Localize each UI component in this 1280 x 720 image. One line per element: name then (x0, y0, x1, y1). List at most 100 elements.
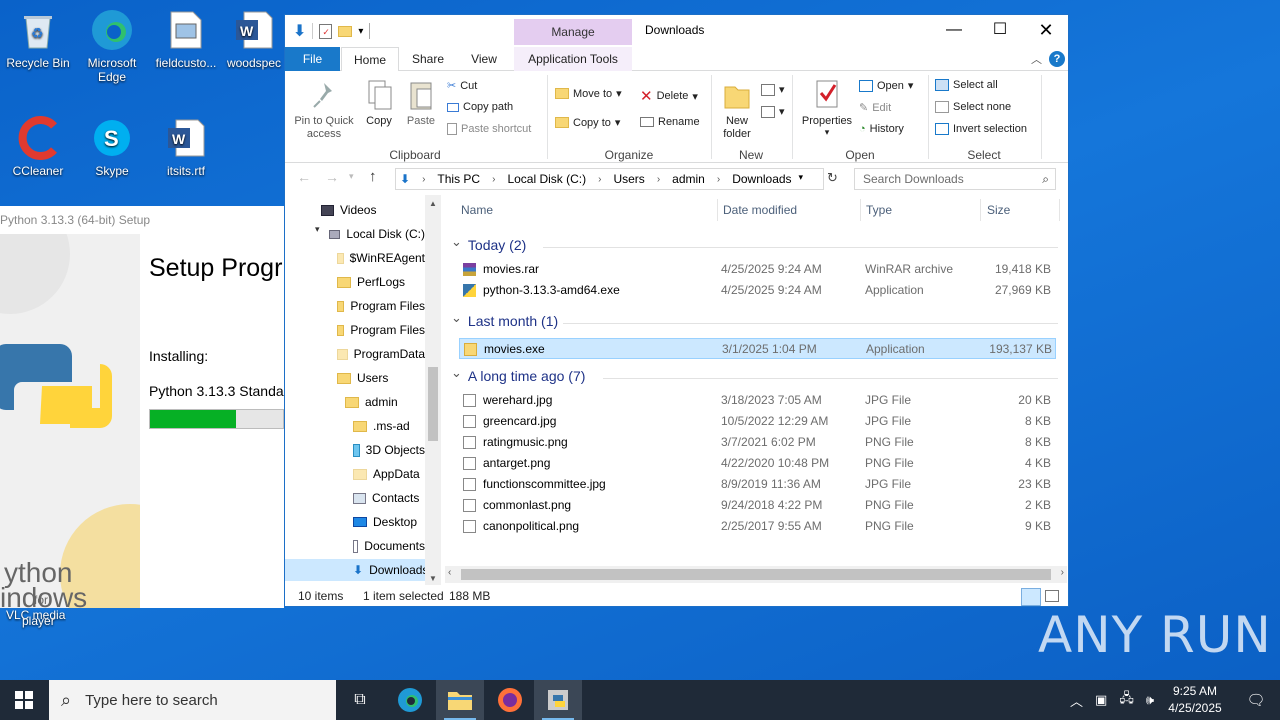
desktop-icon-fieldcusto[interactable]: fieldcusto... (148, 8, 224, 70)
collapse-group-icon[interactable]: ⌄ (451, 234, 462, 250)
properties-button[interactable]: Properties ▾ (797, 79, 857, 138)
copy-path-button[interactable]: Copy path (447, 101, 513, 113)
desktop-icon-itsits[interactable]: W itsits.rtf (148, 116, 224, 178)
file-row[interactable]: greencard.jpg 10/5/2022 12:29 AM JPG File 8… (459, 411, 1056, 432)
file-group-header[interactable]: ⌄ Last month (1) (451, 310, 558, 329)
desktop-icon-woodspec[interactable]: W woodspec (222, 8, 286, 70)
search-box[interactable]: Search Downloads ⌕ (854, 168, 1056, 190)
volume-icon[interactable]: 🕪 (1146, 692, 1154, 708)
nav-item[interactable]: Program Files (285, 319, 425, 341)
delete-button[interactable]: ✕ Delete ▾ (640, 87, 698, 105)
breadcrumb-local-disk[interactable]: Local Disk (C:) (507, 172, 586, 186)
nav-item[interactable]: Videos (285, 199, 425, 221)
nav-item[interactable]: ProgramData (285, 343, 425, 365)
move-to-button[interactable]: Move to ▾ (555, 87, 622, 100)
maximize-button[interactable]: ☐ (977, 15, 1023, 45)
file-row[interactable]: python-3.13.3-amd64.exe 4/25/2025 9:24 AM… (459, 280, 1056, 301)
file-group-header[interactable]: ⌄ A long time ago (7) (451, 365, 585, 384)
file-row[interactable]: ratingmusic.png 3/7/2021 6:02 PM PNG File 8… (459, 432, 1056, 453)
details-view-icon[interactable] (1021, 588, 1041, 606)
file-row[interactable]: movies.exe 3/1/2025 1:04 PM Application 193… (459, 338, 1056, 359)
taskbar-firefox[interactable] (486, 680, 534, 720)
breadcrumb-users[interactable]: Users (613, 172, 644, 186)
desktop-icon-ccleaner[interactable]: CCleaner (0, 116, 76, 178)
collapse-group-icon[interactable]: ⌄ (451, 365, 462, 381)
easy-access-button[interactable]: ▾ (761, 105, 785, 118)
up-arrow-icon[interactable]: ↑ (369, 168, 377, 185)
tab-file[interactable]: File (285, 47, 340, 71)
address-dropdown-icon[interactable]: ▾ (798, 172, 803, 183)
copy-to-button[interactable]: Copy to ▾ (555, 116, 620, 129)
select-all-button[interactable]: Select all (935, 79, 998, 91)
meet-now-icon[interactable]: ▣ (1095, 692, 1107, 708)
taskbar-python-setup[interactable] (534, 680, 582, 720)
new-folder-button[interactable]: New folder (715, 79, 759, 141)
large-icons-view-icon[interactable] (1045, 590, 1059, 602)
paste-button[interactable]: Paste (401, 79, 441, 127)
start-button[interactable] (0, 680, 48, 720)
file-row[interactable]: movies.rar 4/25/2025 9:24 AM WinRAR archiv… (459, 259, 1056, 280)
copy-button[interactable]: Copy (361, 79, 397, 127)
file-explorer-window[interactable]: ⬇ ✓ ▾ Manage Downloads — ☐ ✕ File Home S… (284, 14, 1069, 607)
rename-button[interactable]: Rename (640, 116, 700, 128)
file-row[interactable]: commonlast.png 9/24/2018 4:22 PM PNG File 2… (459, 495, 1056, 516)
file-row[interactable]: functionscommittee.jpg 8/9/2019 11:36 AM J… (459, 474, 1056, 495)
horizontal-scrollbar[interactable]: ‹ › (445, 566, 1067, 583)
edit-button[interactable]: ✎ Edit (859, 101, 891, 115)
desktop-icon-skype[interactable]: S Skype (74, 116, 150, 178)
nav-scrollbar[interactable]: ▲ ▼ (425, 195, 441, 585)
tab-home[interactable]: Home (341, 47, 399, 72)
column-header-type[interactable]: Type (866, 203, 892, 217)
new-item-button[interactable]: ▾ (761, 83, 785, 96)
nav-item[interactable]: Program Files (285, 295, 425, 317)
task-view-button[interactable]: ⧉ (336, 680, 384, 720)
taskbar-file-explorer[interactable] (436, 680, 484, 720)
nav-item[interactable]: .ms-ad (285, 415, 425, 437)
back-arrow-icon[interactable]: ← (297, 169, 311, 185)
expand-chevron-icon[interactable]: ▾ (315, 224, 320, 235)
desktop-icon-edge[interactable]: Microsoft Edge (74, 8, 150, 84)
taskbar-clock[interactable]: 9:25 AM 4/25/2025 (1158, 683, 1232, 717)
network-icon[interactable]: 🖧 (1119, 689, 1134, 711)
python-setup-window[interactable]: Python 3.13.3 (64-bit) Setup ython for i… (0, 206, 284, 608)
tab-view[interactable]: View (459, 47, 509, 71)
address-bar[interactable]: ⬇ › This PC › Local Disk (C:) › Users › … (395, 168, 824, 190)
column-header-date[interactable]: Date modified (723, 203, 797, 217)
recent-locations-icon[interactable]: ▾ (349, 171, 354, 182)
nav-item[interactable]: admin (285, 391, 425, 413)
collapse-group-icon[interactable]: ⌄ (451, 310, 462, 326)
nav-item[interactable]: Desktop (285, 511, 425, 533)
notifications-button[interactable]: 🗨 (1232, 680, 1280, 720)
file-row[interactable]: werehard.jpg 3/18/2023 7:05 AM JPG File 20 … (459, 390, 1056, 411)
cut-button[interactable]: ✂ Cut (447, 79, 477, 93)
help-icon[interactable]: ? (1049, 51, 1065, 67)
horizontal-scrollbar-thumb[interactable] (461, 569, 1051, 580)
file-row[interactable]: canonpolitical.png 2/25/2017 9:55 AM PNG F… (459, 516, 1056, 537)
breadcrumb-this-pc[interactable]: This PC (437, 172, 480, 186)
nav-item[interactable]: Local Disk (C:) (285, 223, 425, 245)
tab-share[interactable]: Share (403, 47, 453, 71)
refresh-icon[interactable]: ↻ (827, 170, 838, 186)
close-button[interactable]: ✕ (1023, 15, 1069, 45)
nav-item[interactable]: Documents (285, 535, 425, 557)
column-header-size[interactable]: Size (987, 203, 1010, 217)
nav-item[interactable]: AppData (285, 463, 425, 485)
taskbar-search-box[interactable]: ⌕ Type here to search (49, 680, 336, 720)
taskbar-edge[interactable] (386, 680, 434, 720)
paste-shortcut-button[interactable]: Paste shortcut (447, 123, 531, 135)
forward-arrow-icon[interactable]: → (325, 169, 339, 185)
file-row[interactable]: antarget.png 4/22/2020 10:48 PM PNG File 4 … (459, 453, 1056, 474)
select-none-button[interactable]: Select none (935, 101, 1011, 113)
nav-item[interactable]: $WinREAgent (285, 247, 425, 269)
properties-qa-icon[interactable]: ✓ (319, 23, 333, 39)
tab-application-tools[interactable]: Application Tools (514, 47, 632, 71)
desktop-icon-recycle-bin[interactable]: ♻ Recycle Bin (0, 8, 76, 70)
nav-item[interactable]: ⬇ Downloads (285, 559, 428, 581)
show-hidden-icons-icon[interactable]: ︿ (1070, 691, 1083, 710)
file-group-header[interactable]: ⌄ Today (2) (451, 234, 526, 253)
nav-item[interactable]: 3D Objects (285, 439, 425, 461)
nav-item[interactable]: Users (285, 367, 425, 389)
minimize-button[interactable]: — (931, 15, 977, 45)
pin-quick-access-button[interactable]: Pin to Quick access (289, 79, 359, 141)
customize-qa-icon[interactable]: ▾ (358, 26, 363, 37)
